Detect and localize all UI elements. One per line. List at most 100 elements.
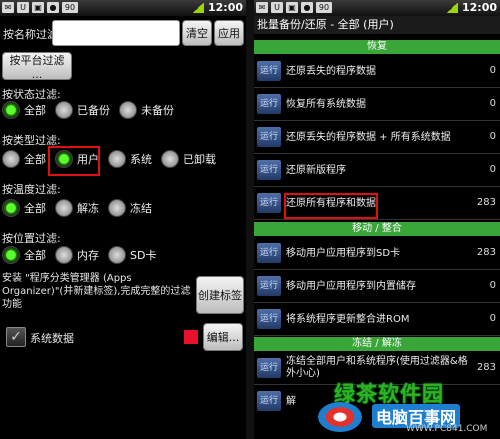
list-item-label: 将系统程序更新整合进ROM — [286, 314, 410, 325]
page-title: 批量备份/还原 - 全部 (用户) — [254, 16, 500, 34]
radio-icon — [2, 150, 20, 168]
usb-icon: U — [17, 2, 29, 13]
run-button[interactable]: 运行 — [257, 243, 281, 263]
apply-button[interactable]: 应用 — [214, 20, 244, 46]
status-not-backed-up-option[interactable]: 未备份 — [119, 101, 174, 119]
sd-icon: ▣ — [286, 2, 298, 13]
temp-frozen-option[interactable]: 冻结 — [108, 199, 152, 217]
temp-all-option[interactable]: 全部 — [2, 199, 46, 217]
list-item-count: 283 — [476, 362, 496, 373]
list-item-count: 283 — [476, 247, 496, 258]
status-bar: ✉ U ▣ ● 90 12:00 — [254, 0, 500, 16]
radio-icon — [55, 246, 73, 264]
radio-selected-icon — [2, 246, 20, 264]
type-filter-group: 全部 用户 系统 已卸载 — [2, 150, 225, 168]
run-button[interactable]: 运行 — [257, 193, 281, 213]
list-item-count: 0 — [489, 65, 496, 76]
list-item: 运行 恢复所有系统数据 0 — [254, 89, 500, 121]
clock: 12:00 — [461, 1, 497, 14]
filter-name-input[interactable] — [52, 20, 180, 46]
list-item-count: 0 — [489, 280, 496, 291]
list-item-count: 0 — [489, 131, 496, 142]
status-bar: ✉ U ▣ ● 90 12:00 — [0, 0, 246, 16]
section-move: 移动 / 整合 — [254, 222, 500, 236]
list-item: 运行 将系统程序更新整合进ROM 0 — [254, 304, 500, 336]
status-filter-label: 按状态过滤: — [2, 88, 61, 101]
run-button[interactable]: 运行 — [257, 160, 281, 180]
location-filter-label: 按位置过滤: — [2, 232, 61, 245]
section-restore: 恢复 — [254, 40, 500, 54]
temperature-filter-group: 全部 解冻 冻结 — [2, 199, 161, 217]
location-all-option[interactable]: 全部 — [2, 246, 46, 264]
radio-icon — [108, 199, 126, 217]
clock: 12:00 — [207, 1, 243, 14]
list-item-label: 冻结全部用户和系统程序(使用过滤器&格外小心) — [286, 356, 468, 379]
platform-filter-button[interactable]: 按平台过滤 ... — [2, 52, 72, 81]
section-freeze: 冻结 / 解冻 — [254, 337, 500, 351]
mail-icon: ✉ — [2, 2, 14, 13]
list-item-count: 0 — [489, 98, 496, 109]
run-button[interactable]: 运行 — [257, 358, 281, 378]
batch-restore-screen: ✉ U ▣ ● 90 12:00 批量备份/还原 - 全部 (用户) 恢复 运行… — [254, 0, 500, 439]
list-item-count: 283 — [476, 197, 496, 208]
signal-icon — [191, 2, 204, 13]
battery-level-icon: 90 — [316, 2, 332, 13]
run-button[interactable]: 运行 — [257, 94, 281, 114]
create-tag-button[interactable]: 创建标签 — [196, 276, 244, 314]
watermark: 绿茶软件园 电脑百事网 WWW.PC841.COM — [318, 378, 500, 439]
run-button[interactable]: 运行 — [257, 127, 281, 147]
radio-selected-icon — [2, 199, 20, 217]
system-data-label: 系统数据 — [30, 332, 74, 345]
sd-icon: ▣ — [32, 2, 44, 13]
location-filter-group: 全部 内存 SD卡 — [2, 246, 165, 264]
sync-icon: ● — [47, 2, 59, 13]
list-item-count: 0 — [489, 313, 496, 324]
list-item-label: 恢复所有系统数据 — [286, 99, 366, 110]
radio-icon — [119, 101, 137, 119]
list-item-label: 还原新版程序 — [286, 165, 346, 176]
install-organizer-text: 安装 "程序分类管理器 (Apps Organizer)"(并新建标签),完成完… — [2, 273, 191, 310]
list-item-label: 移动用户应用程序到内置储存 — [286, 281, 416, 292]
radio-icon — [108, 150, 126, 168]
status-all-option[interactable]: 全部 — [2, 101, 46, 119]
list-item: 运行 还原丢失的程序数据 + 所有系统数据 0 — [254, 122, 500, 154]
highlight-box — [284, 193, 378, 219]
check-icon: ✓ — [10, 329, 22, 345]
radio-icon — [55, 199, 73, 217]
temperature-filter-label: 按温度过滤: — [2, 183, 61, 196]
temp-unfrozen-option[interactable]: 解冻 — [55, 199, 99, 217]
run-button[interactable]: 运行 — [257, 391, 281, 411]
list-item: 运行 移动用户应用程序到SD卡 283 — [254, 238, 500, 270]
screen-divider — [246, 0, 254, 439]
mail-icon: ✉ — [256, 2, 268, 13]
type-uninstalled-option[interactable]: 已卸载 — [161, 150, 216, 168]
type-system-option[interactable]: 系统 — [108, 150, 152, 168]
list-item-label: 移动用户应用程序到SD卡 — [286, 248, 401, 259]
list-item-label: 还原丢失的程序数据 + 所有系统数据 — [286, 132, 451, 143]
watermark-url: WWW.PC841.COM — [406, 424, 488, 434]
watermark-logo-icon — [318, 402, 362, 432]
run-button[interactable]: 运行 — [257, 309, 281, 329]
highlight-box — [48, 146, 100, 176]
radio-selected-icon — [2, 101, 20, 119]
list-item: 运行 还原新版程序 0 — [254, 155, 500, 187]
signal-icon — [445, 2, 458, 13]
status-filter-group: 全部 已备份 未备份 — [2, 101, 183, 119]
radio-icon — [161, 150, 179, 168]
status-backed-up-option[interactable]: 已备份 — [55, 101, 110, 119]
list-item-label: 还原丢失的程序数据 — [286, 66, 376, 77]
radio-icon — [108, 246, 126, 264]
type-all-option[interactable]: 全部 — [2, 150, 46, 168]
system-data-checkbox[interactable]: ✓ — [6, 327, 26, 347]
list-item: 运行 还原丢失的程序数据 0 — [254, 56, 500, 88]
location-sd-option[interactable]: SD卡 — [108, 246, 156, 264]
run-button[interactable]: 运行 — [257, 61, 281, 81]
location-internal-option[interactable]: 内存 — [55, 246, 99, 264]
usb-icon: U — [271, 2, 283, 13]
run-button[interactable]: 运行 — [257, 276, 281, 296]
radio-icon — [55, 101, 73, 119]
clear-button[interactable]: 清空 — [182, 20, 212, 46]
color-swatch[interactable] — [184, 330, 198, 344]
edit-button[interactable]: 编辑... — [203, 323, 243, 351]
list-item: 运行 移动用户应用程序到内置储存 0 — [254, 271, 500, 303]
